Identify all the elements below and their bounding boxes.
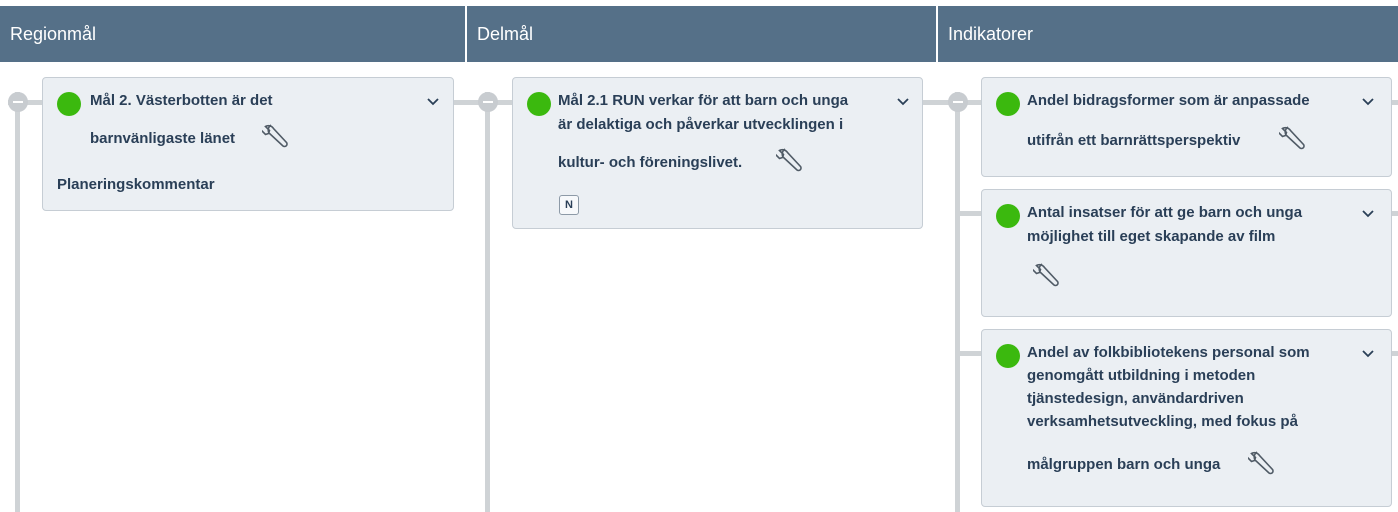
column-header-regionmal: Regionmål (0, 6, 465, 62)
status-indicator (996, 344, 1020, 368)
wrench-icon[interactable] (1279, 123, 1313, 153)
goal-title-line: Mål 2.1 RUN verkar för att barn och unga (558, 92, 849, 109)
status-indicator (996, 92, 1020, 116)
indicator-card[interactable]: Andel av folkbibliotekens personal som g… (981, 329, 1392, 507)
tree-connector-vertical (15, 92, 20, 512)
tree-connector-horizontal (958, 211, 982, 216)
column-header-delmal: Delmål (467, 6, 936, 62)
planning-comment-label[interactable]: Planeringskommentar (57, 176, 215, 193)
wrench-icon[interactable] (1033, 260, 1067, 290)
collapse-toggle[interactable] (478, 92, 498, 112)
indicator-title-line: tjänstedesign, användardriven (1027, 390, 1244, 407)
chevron-down-icon[interactable] (1360, 206, 1376, 222)
chevron-down-icon[interactable] (425, 94, 441, 110)
indicator-card[interactable]: Andel bidragsformer som är anpassade uti… (981, 77, 1392, 177)
chevron-down-icon[interactable] (1360, 346, 1376, 362)
indicator-card[interactable]: Antal insatser för att ge barn och unga … (981, 189, 1392, 317)
goal-title-line: är delaktiga och påverkar utvecklingen i (558, 116, 844, 133)
tree-connector-vertical (485, 92, 490, 512)
wrench-icon[interactable] (1248, 448, 1282, 478)
indicator-title-line: Andel bidragsformer som är anpassade (1027, 92, 1310, 109)
tree-connector-vertical (955, 92, 960, 512)
sub-goal-card[interactable]: Mål 2.1 RUN verkar för att barn och unga… (512, 77, 923, 229)
collapse-toggle[interactable] (8, 92, 28, 112)
tree-connector-horizontal (958, 351, 982, 356)
indicator-title-line: genomgått utbildning i metoden (1027, 367, 1256, 384)
indicator-title-line: verksamhetsutveckling, med fokus på (1027, 413, 1298, 430)
indicator-title-line: utifrån ett barnrättsperspektiv (1027, 132, 1241, 149)
wrench-icon[interactable] (262, 121, 296, 151)
indicator-title-line: möjlighet till eget skapande av film (1027, 228, 1276, 245)
status-indicator (996, 204, 1020, 228)
collapse-toggle[interactable] (948, 92, 968, 112)
new-badge: N (559, 195, 579, 215)
goal-title-line: barnvänligaste länet (90, 130, 236, 147)
status-indicator (527, 92, 551, 116)
goal-title-line: kultur- och föreningslivet. (558, 154, 743, 171)
indicator-title-line: Antal insatser för att ge barn och unga (1027, 204, 1303, 221)
indicator-title-line: målgruppen barn och unga (1027, 456, 1221, 473)
status-indicator (57, 92, 81, 116)
goal-title-line: Mål 2. Västerbotten är det (90, 92, 273, 109)
indicator-title-line: Andel av folkbibliotekens personal som (1027, 344, 1310, 361)
region-goal-card[interactable]: Mål 2. Västerbotten är det barnvänligast… (42, 77, 454, 211)
chevron-down-icon[interactable] (895, 94, 911, 110)
wrench-icon[interactable] (776, 145, 810, 175)
chevron-down-icon[interactable] (1360, 94, 1376, 110)
column-header-indikatorer: Indikatorer (938, 6, 1398, 62)
